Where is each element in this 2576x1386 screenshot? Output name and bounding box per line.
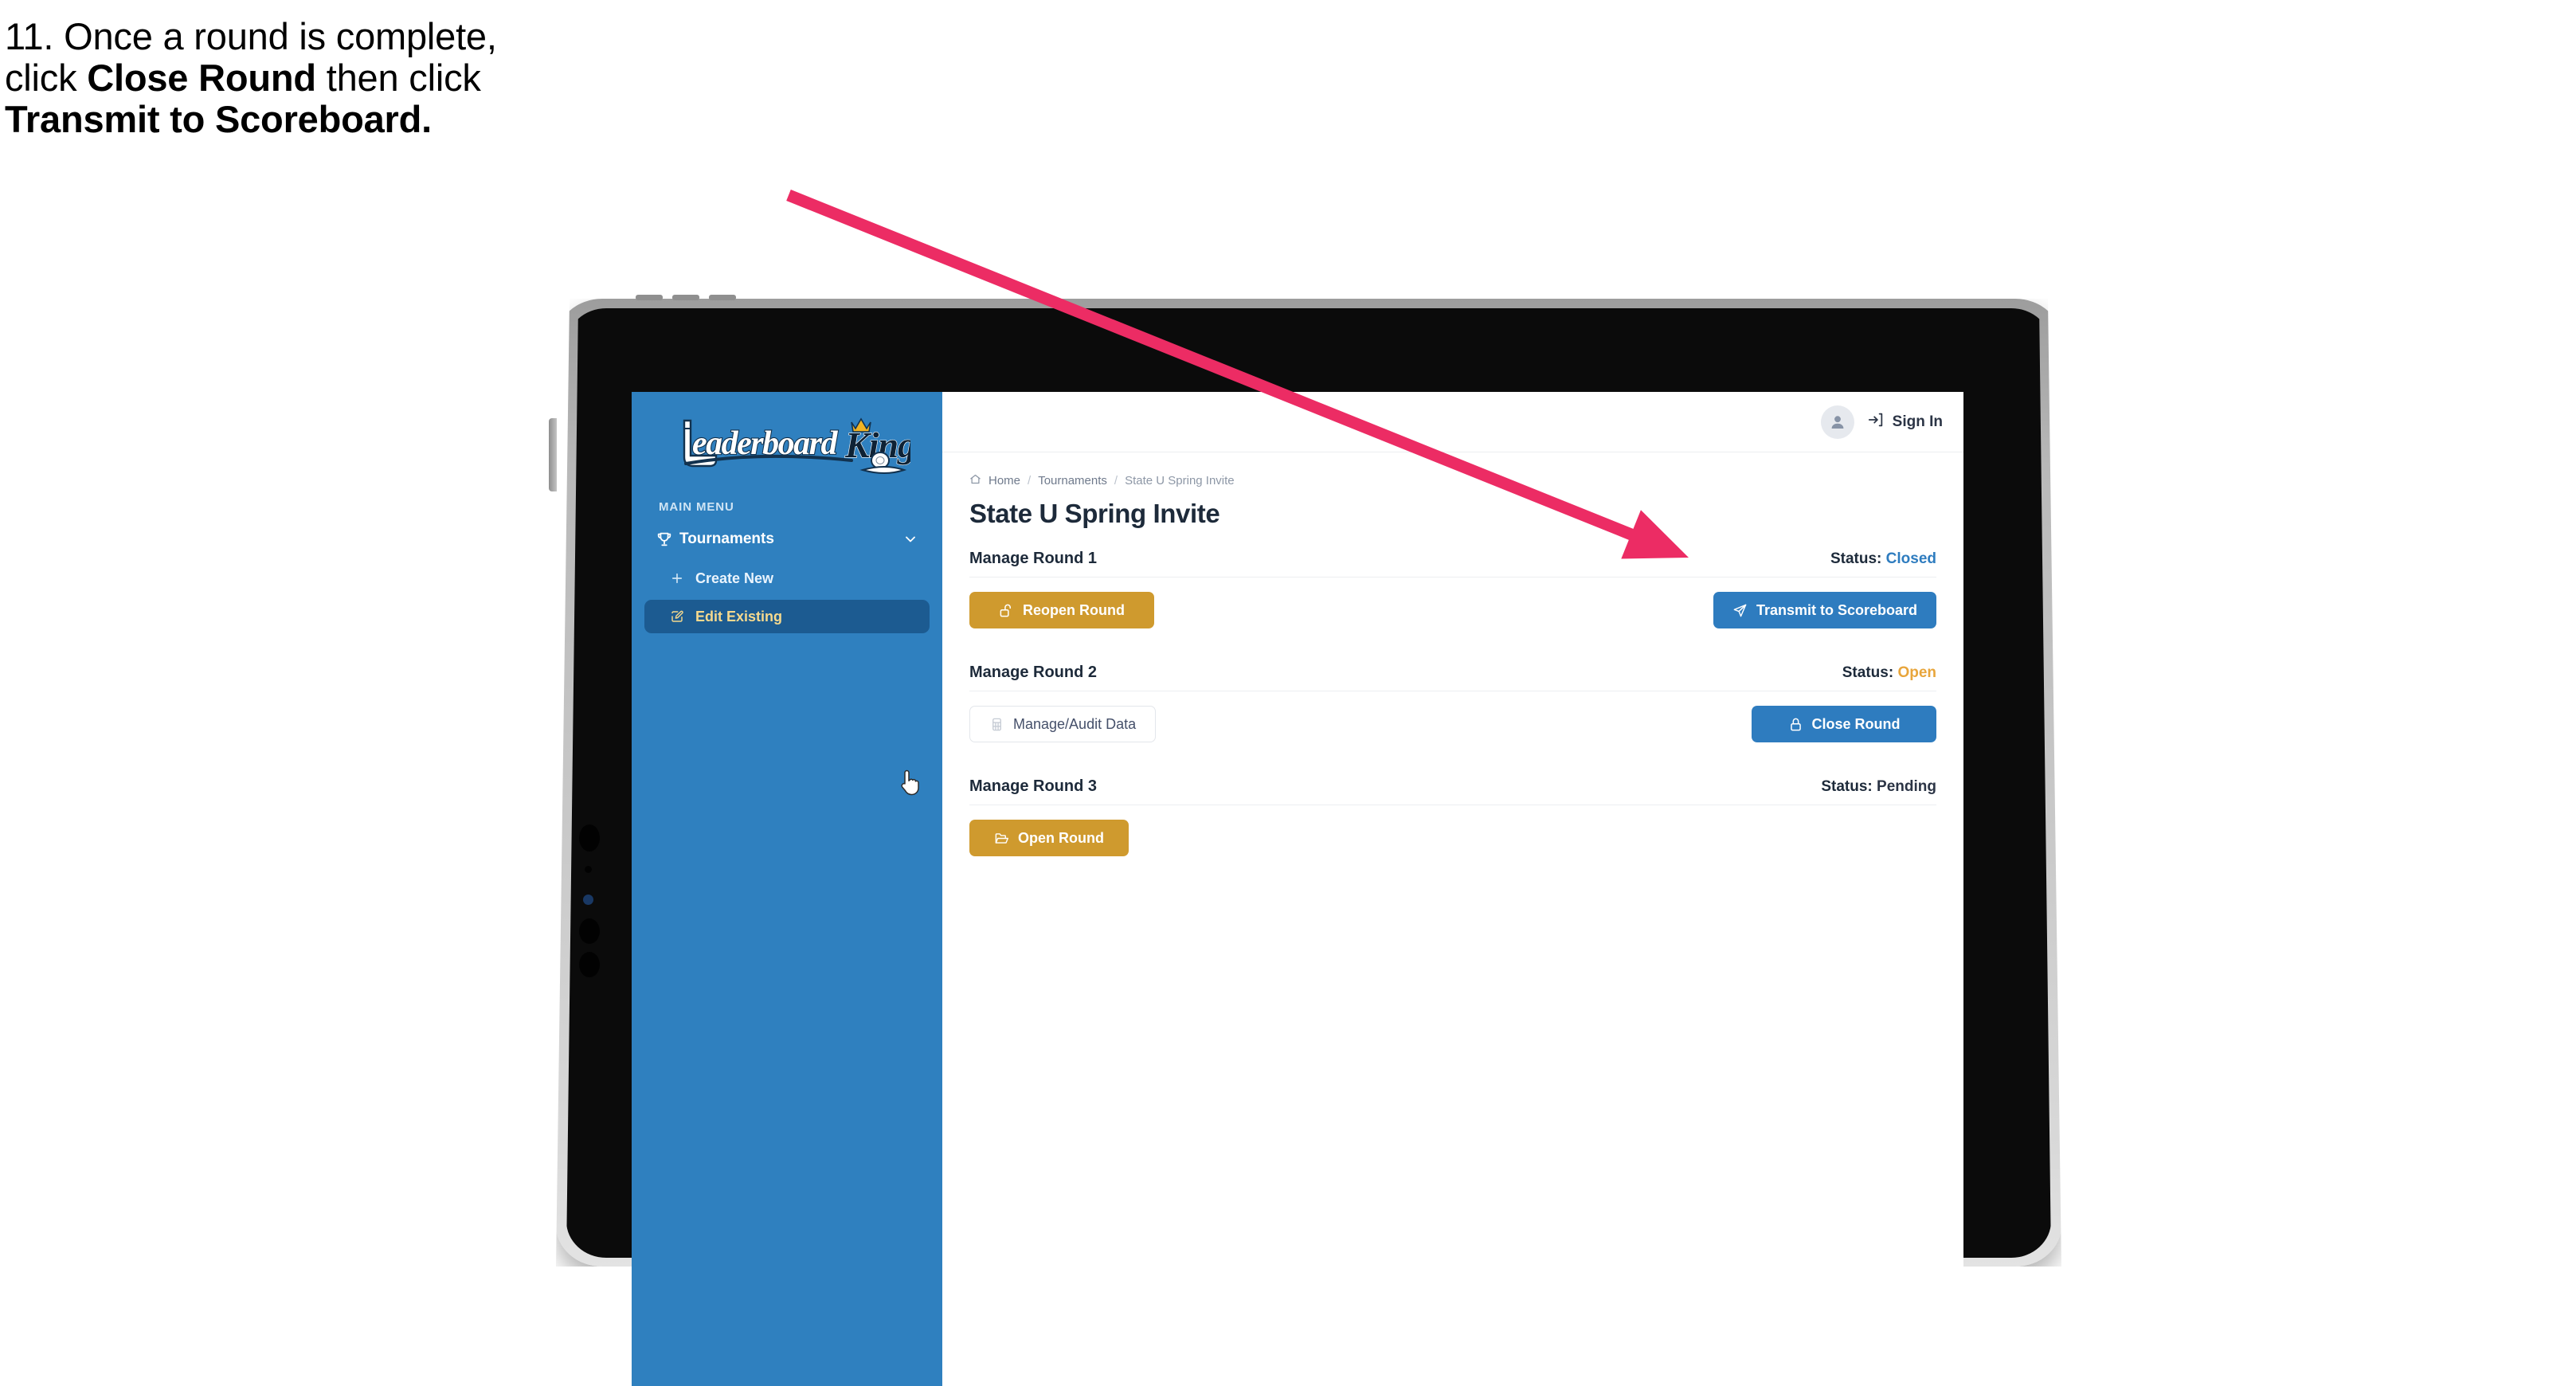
edit-square-icon xyxy=(670,609,695,624)
home-icon[interactable] xyxy=(969,473,981,488)
table-grid-icon xyxy=(989,717,1004,732)
sidebar-item-edit-existing-label: Edit Existing xyxy=(695,608,783,624)
round-3-status-value: Pending xyxy=(1877,778,1936,795)
instruction-transmit-emphasis: Transmit to Scoreboard. xyxy=(5,97,433,140)
instruction-close-round-emphasis: Close Round xyxy=(87,56,316,99)
reopen-round-label: Reopen Round xyxy=(1023,601,1125,618)
sign-in-label: Sign In xyxy=(1892,413,1943,430)
tablet-led-indicator xyxy=(583,895,593,905)
round-2-actions: Manage/Audit Data Close Round xyxy=(969,706,1936,742)
instruction-line-1: 11. Once a round is complete, xyxy=(5,15,497,57)
round-section-1: Manage Round 1 Status: Closed Reopen Rou… xyxy=(969,550,1936,628)
instruction-line-2: click Close Round then click xyxy=(5,56,897,99)
chevron-down-icon[interactable] xyxy=(902,531,918,547)
sidebar-item-create-new[interactable]: Create New xyxy=(644,562,930,595)
tablet-sensor-dot xyxy=(585,866,592,873)
plus-icon xyxy=(670,571,695,585)
tablet-volume-button xyxy=(549,418,557,491)
round-1-actions: Reopen Round Transmit to Scoreboard xyxy=(969,592,1936,628)
sidebar-item-tournaments[interactable]: Tournaments xyxy=(644,522,930,557)
sidebar-section-label: MAIN MENU xyxy=(659,500,734,514)
manage-audit-data-label: Manage/Audit Data xyxy=(1013,715,1137,732)
lock-icon xyxy=(1788,717,1803,732)
breadcrumb: Home / Tournaments / State U Spring Invi… xyxy=(969,473,1936,488)
round-3-header: Manage Round 3 Status: Pending xyxy=(969,777,1936,805)
transmit-to-scoreboard-button[interactable]: Transmit to Scoreboard xyxy=(1713,592,1936,628)
page-title: State U Spring Invite xyxy=(969,499,1220,528)
tablet-device-mockup: eaderboard King MAIN MENU Tournaments Cr… xyxy=(549,295,2061,1386)
tablet-top-button xyxy=(636,295,663,300)
reopen-round-button[interactable]: Reopen Round xyxy=(969,592,1154,628)
top-bar: Sign In xyxy=(942,392,1963,452)
sign-in-button[interactable]: Sign In xyxy=(1867,411,1943,433)
round-3-status-label: Status: xyxy=(1821,778,1873,795)
open-round-label: Open Round xyxy=(1018,829,1104,846)
round-section-3: Manage Round 3 Status: Pending Open Roun… xyxy=(969,777,1936,856)
sidebar-item-edit-existing[interactable]: Edit Existing xyxy=(644,600,930,633)
round-1-name: Manage Round 1 xyxy=(969,550,1098,567)
main-panel: Sign In Home / Tournaments / State U Spr… xyxy=(942,392,1963,1386)
instruction-caption: 11. Once a round is complete, click Clos… xyxy=(5,15,897,142)
round-3-status: Status: Pending xyxy=(1821,778,1936,796)
round-2-status: Status: Open xyxy=(1842,664,1936,682)
screenshot-canvas: 11. Once a round is complete, click Clos… xyxy=(0,0,2576,1386)
app-logo[interactable]: eaderboard King xyxy=(632,413,942,486)
tablet-camera-dot xyxy=(579,824,600,852)
round-2-name: Manage Round 2 xyxy=(969,664,1098,681)
sidebar-item-tournaments-label: Tournaments xyxy=(679,531,774,547)
round-2-header: Manage Round 2 Status: Open xyxy=(969,664,1936,691)
breadcrumb-separator-2: / xyxy=(1114,474,1118,487)
open-round-button[interactable]: Open Round xyxy=(969,820,1129,856)
round-2-status-label: Status: xyxy=(1842,664,1894,681)
open-folder-icon xyxy=(994,831,1009,846)
paper-plane-icon xyxy=(1732,603,1748,618)
round-section-2: Manage Round 2 Status: Open Manage/Audit… xyxy=(969,664,1936,742)
tablet-speaker-dot-2 xyxy=(579,952,600,977)
round-3-actions: Open Round xyxy=(969,820,1936,856)
tablet-top-button-3 xyxy=(709,295,736,300)
close-round-button[interactable]: Close Round xyxy=(1752,706,1936,742)
page-content: Home / Tournaments / State U Spring Invi… xyxy=(942,452,1963,856)
close-round-label: Close Round xyxy=(1811,715,1901,732)
breadcrumb-item-home[interactable]: Home xyxy=(989,474,1020,487)
tablet-speaker-dot xyxy=(579,918,600,944)
pointing-hand-cursor xyxy=(899,769,922,801)
manage-audit-data-button[interactable]: Manage/Audit Data xyxy=(969,706,1157,742)
user-avatar-icon[interactable] xyxy=(1820,405,1854,439)
round-3-name: Manage Round 3 xyxy=(969,777,1098,795)
round-1-status-label: Status: xyxy=(1830,550,1882,567)
leaderboard-king-logo-icon: eaderboard King xyxy=(683,417,910,474)
instruction-line-2-post: then click xyxy=(315,56,481,99)
app-screen: eaderboard King MAIN MENU Tournaments Cr… xyxy=(632,392,1963,1386)
trophy-icon xyxy=(656,531,679,548)
unlock-icon xyxy=(999,603,1014,618)
breadcrumb-item-tournaments[interactable]: Tournaments xyxy=(1038,474,1107,487)
round-1-status: Status: Closed xyxy=(1830,550,1936,568)
transmit-to-scoreboard-label: Transmit to Scoreboard xyxy=(1756,601,1917,618)
sidebar: eaderboard King MAIN MENU Tournaments Cr… xyxy=(632,392,942,1386)
tablet-top-button-2 xyxy=(672,295,699,300)
sidebar-item-create-new-label: Create New xyxy=(695,570,774,586)
breadcrumb-separator-1: / xyxy=(1028,474,1032,487)
round-1-status-value: Closed xyxy=(1885,550,1936,567)
round-2-status-value: Open xyxy=(1897,664,1936,681)
sign-in-arrow-icon xyxy=(1867,411,1885,433)
breadcrumb-item-current: State U Spring Invite xyxy=(1125,474,1235,487)
round-1-header: Manage Round 1 Status: Closed xyxy=(969,550,1936,578)
instruction-line-2-pre: click xyxy=(5,56,88,99)
